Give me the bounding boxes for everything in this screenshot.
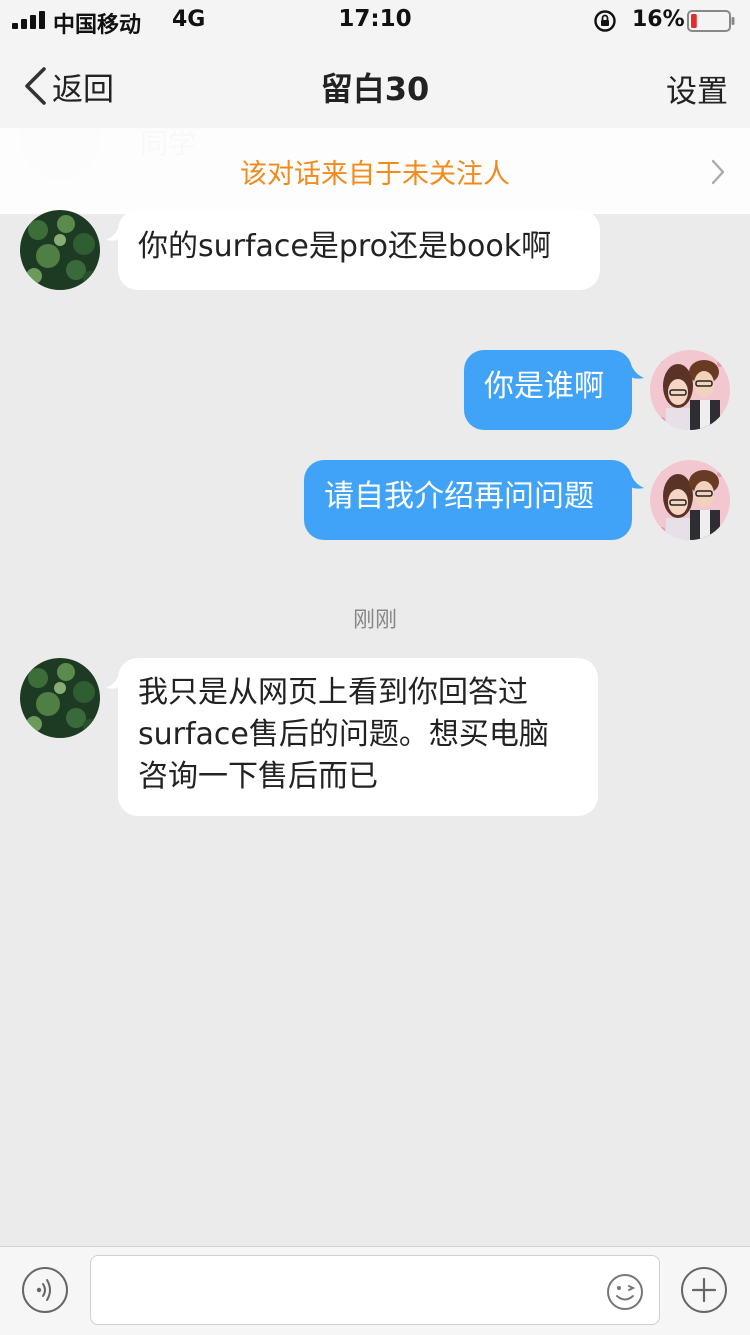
avatar-contact[interactable] <box>20 210 100 290</box>
emoji-icon[interactable] <box>606 1273 644 1311</box>
settings-button[interactable]: 设置 <box>666 66 728 111</box>
leaf-avatar-image <box>20 658 100 738</box>
bubble-tail <box>630 472 644 489</box>
message-text: 请自我介绍再问问题 <box>324 479 594 514</box>
page-title: 留白30 <box>320 70 430 108</box>
battery-percent: 16% <box>632 7 685 32</box>
stranger-notice-banner[interactable]: 该对话来自于未关注人 <box>0 128 750 214</box>
chevron-right-icon <box>711 159 725 185</box>
cartoon-couple-avatar-image <box>650 460 730 540</box>
status-bar: 中国移动 4G 17:10 16% <box>0 0 750 42</box>
timestamp: 刚刚 <box>352 608 397 633</box>
avatar-self[interactable] <box>650 460 730 540</box>
cartoon-couple-avatar-image <box>650 350 730 430</box>
nav-bar: 返回 留白30 设置 <box>0 42 750 129</box>
message-bubble-outgoing[interactable]: 你是谁啊 <box>464 350 632 430</box>
message-bubble-outgoing[interactable]: 请自我介绍再问问题 <box>304 460 632 540</box>
battery-icon <box>687 10 735 32</box>
message-text: 我只是从网页上看到你回答过surface售后的问题。想买电脑咨询一下售后而已 <box>138 675 549 794</box>
voice-icon[interactable] <box>21 1266 69 1314</box>
message-input[interactable] <box>90 1255 660 1325</box>
message-bubble-incoming[interactable]: 我只是从网页上看到你回答过surface售后的问题。想买电脑咨询一下售后而已 <box>118 658 598 816</box>
input-bar <box>0 1246 750 1335</box>
bubble-tail <box>630 362 644 379</box>
notice-text: 该对话来自于未关注人 <box>240 158 510 190</box>
message-text: 你的surface是pro还是book啊 <box>138 229 552 264</box>
lock-rotation-icon <box>594 10 616 32</box>
plus-icon[interactable] <box>680 1266 728 1314</box>
avatar-self[interactable] <box>650 350 730 430</box>
leaf-avatar-image <box>20 210 100 290</box>
bubble-tail <box>106 672 120 689</box>
message-text: 你是谁啊 <box>484 369 604 404</box>
message-bubble-incoming[interactable]: 你的surface是pro还是book啊 <box>118 210 600 290</box>
avatar-contact[interactable] <box>20 658 100 738</box>
bubble-tail <box>106 224 120 241</box>
